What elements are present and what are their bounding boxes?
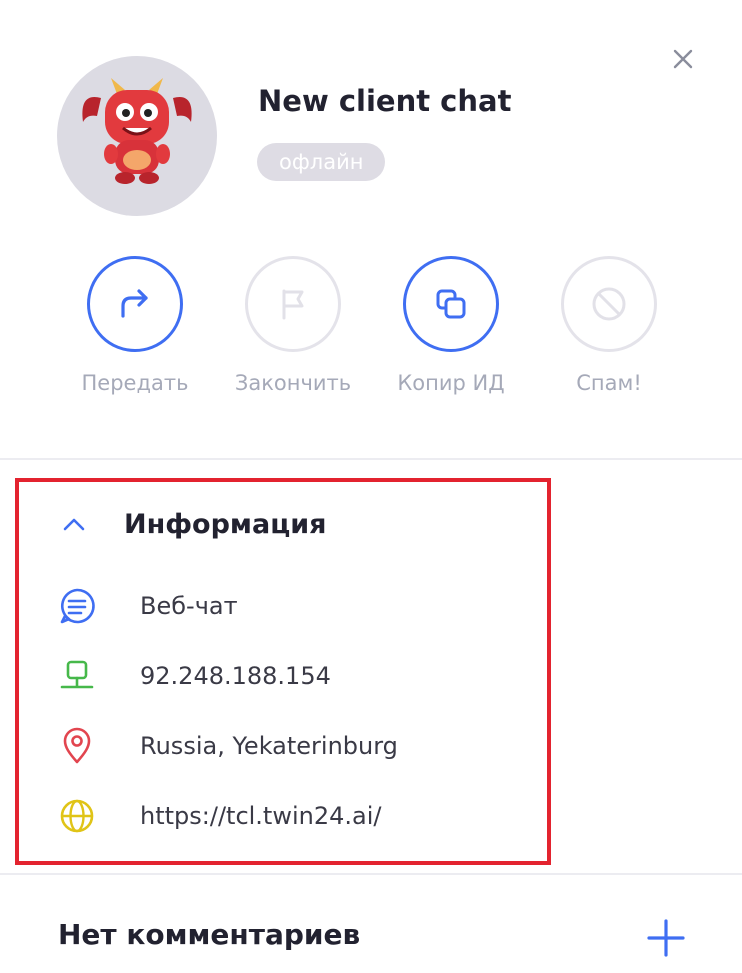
chat-bubble-icon	[60, 588, 95, 624]
info-website-link[interactable]: https://tcl.twin24.ai/	[140, 802, 381, 830]
copy-id-button[interactable]: Копир ИД	[366, 256, 536, 406]
block-icon	[592, 287, 626, 321]
forward-button[interactable]: Передать	[50, 256, 220, 406]
add-comment-button[interactable]	[642, 914, 690, 962]
spam-button[interactable]: Спам!	[524, 256, 694, 406]
status-badge: офлайн	[257, 143, 386, 181]
comments-title: Нет комментариев	[58, 918, 361, 951]
divider	[0, 873, 742, 875]
info-row-location: Russia, Yekaterinburg	[56, 724, 398, 768]
chevron-up-icon	[63, 518, 85, 531]
location-pin-icon	[63, 727, 91, 764]
forward-arrow-icon	[121, 289, 148, 318]
globe-icon	[60, 799, 94, 833]
close-icon	[673, 49, 693, 69]
network-icon	[60, 660, 94, 689]
info-title: Информация	[124, 508, 327, 540]
finish-label: Закончить	[234, 371, 352, 395]
finish-button[interactable]: Закончить	[208, 256, 378, 406]
spam-label: Спам!	[576, 371, 642, 395]
chat-title: New client chat	[258, 84, 512, 118]
close-button[interactable]	[664, 40, 702, 78]
avatar	[57, 56, 217, 216]
info-ip-address: 92.248.188.154	[140, 662, 331, 690]
flag-icon	[282, 289, 304, 320]
info-row-channel: Веб-чат	[56, 584, 238, 628]
copy-id-label: Копир ИД	[397, 371, 505, 395]
divider	[0, 458, 742, 460]
red-monster-mascot-icon	[82, 78, 192, 184]
info-location: Russia, Yekaterinburg	[140, 732, 398, 760]
plus-icon	[647, 919, 685, 957]
info-row-website[interactable]: https://tcl.twin24.ai/	[56, 794, 381, 838]
info-channel: Веб-чат	[140, 592, 238, 620]
forward-label: Передать	[81, 371, 189, 395]
info-section-header[interactable]: Информация	[60, 504, 326, 544]
copy-icon	[436, 289, 466, 319]
info-row-ip: 92.248.188.154	[56, 654, 331, 698]
